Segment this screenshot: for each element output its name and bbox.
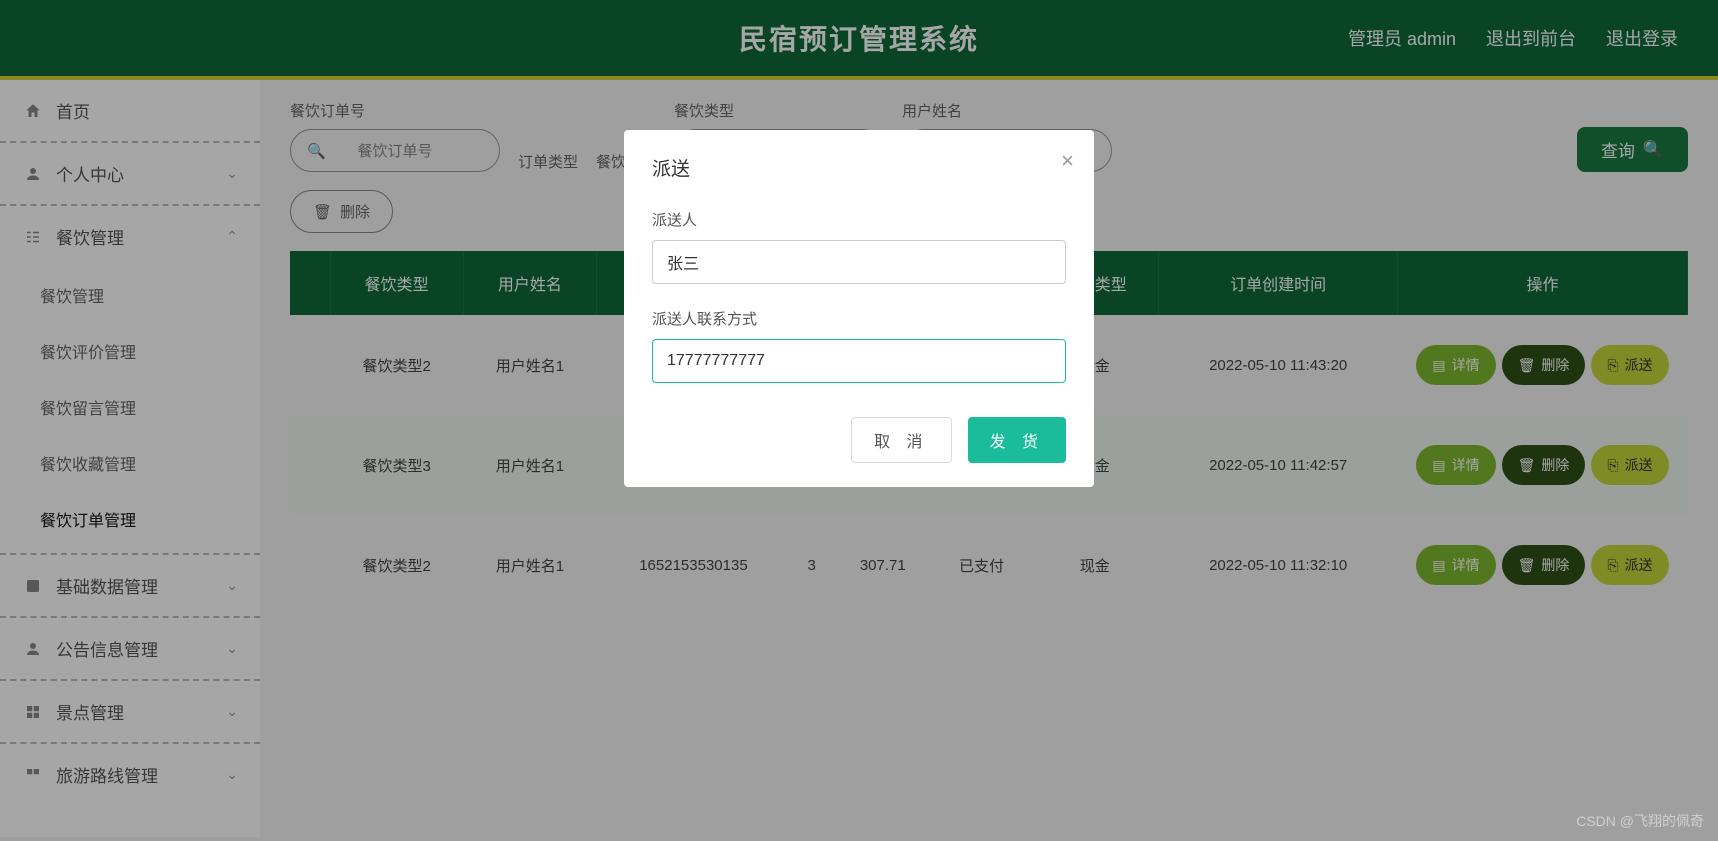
modal-actions: 取 消 发 货 bbox=[652, 417, 1066, 463]
close-icon[interactable]: × bbox=[1061, 148, 1074, 174]
person-input[interactable] bbox=[652, 240, 1066, 284]
dispatch-modal: 派送 × 派送人 派送人联系方式 取 消 发 货 bbox=[624, 130, 1094, 487]
cancel-button[interactable]: 取 消 bbox=[851, 417, 951, 463]
person-label: 派送人 bbox=[652, 209, 1066, 230]
confirm-button[interactable]: 发 货 bbox=[968, 417, 1066, 463]
modal-title: 派送 bbox=[652, 154, 1066, 181]
modal-overlay[interactable]: 派送 × 派送人 派送人联系方式 取 消 发 货 bbox=[0, 0, 1718, 841]
contact-label: 派送人联系方式 bbox=[652, 308, 1066, 329]
contact-input[interactable] bbox=[652, 339, 1066, 383]
watermark: CSDN @飞翔的佩奇 bbox=[1576, 811, 1704, 831]
